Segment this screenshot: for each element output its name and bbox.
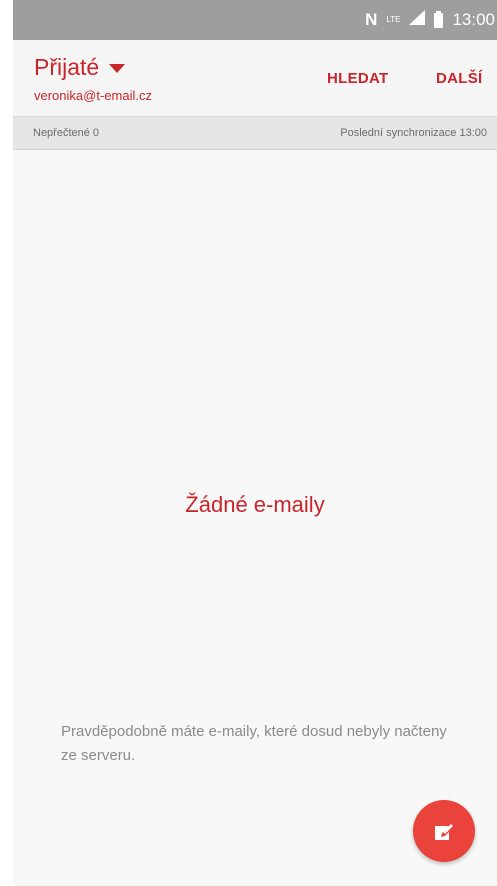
info-bar: Nepřečtené 0 Poslední synchronizace 13:0… [13, 116, 497, 150]
battery-icon [434, 10, 444, 28]
status-bar: N LTE 13:00 [13, 0, 497, 40]
unread-count: Nepřečtené 0 [33, 127, 100, 139]
folder-title-row[interactable]: Přijaté [34, 54, 152, 80]
more-button[interactable]: DALŠÍ [436, 70, 483, 87]
folder-title[interactable]: Přijaté [34, 54, 99, 80]
signal-icon [409, 10, 426, 30]
mail-list-area: Žádné e-maily Pravděpodobně máte e-maily… [13, 150, 497, 886]
folder-selector[interactable]: Přijaté veronika@t-email.cz [34, 54, 152, 103]
last-sync-status: Poslední synchronizace 13:00 [340, 127, 487, 139]
search-button[interactable]: HLEDAT [327, 70, 389, 87]
account-email: veronika@t-email.cz [34, 88, 152, 103]
screen-edge [0, 0, 13, 886]
compose-icon [435, 824, 454, 840]
status-icons: N LTE 13:00 [365, 0, 497, 40]
status-time: 13:00 [452, 10, 495, 29]
empty-state-hint: Pravděpodobně máte e-maily, které dosud … [61, 723, 447, 764]
empty-state-title: Žádné e-maily [185, 492, 325, 517]
nfc-icon: N [365, 10, 378, 29]
email-app-screen: N LTE 13:00 Přijaté veronika@t-email.cz … [0, 0, 497, 886]
compose-button[interactable] [413, 800, 475, 862]
app-bar: Přijaté veronika@t-email.cz HLEDAT DALŠÍ [13, 40, 497, 116]
lte-icon: LTE [386, 16, 400, 24]
network-label: LTE [386, 15, 401, 24]
dropdown-caret-icon[interactable] [109, 63, 126, 73]
